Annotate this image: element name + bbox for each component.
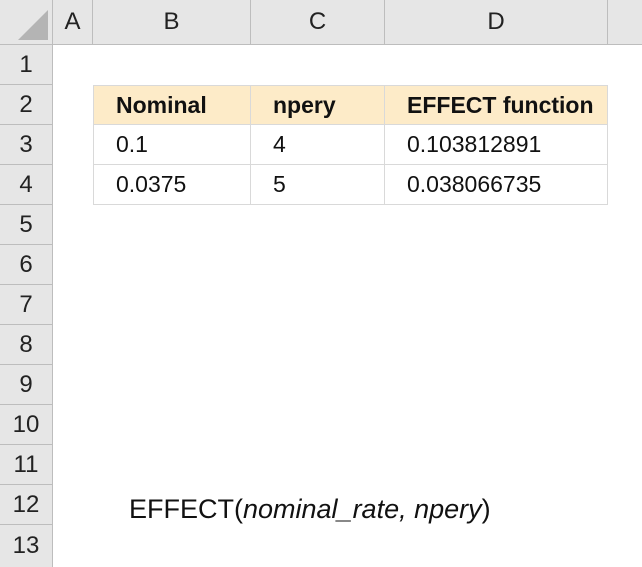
row-header-13[interactable]: 13 — [0, 525, 53, 567]
column-header-d[interactable]: D — [385, 0, 608, 45]
row-header-4[interactable]: 4 — [0, 165, 53, 205]
cell-d3[interactable]: 0.103812891 — [385, 125, 608, 165]
cell-c3[interactable]: 4 — [251, 125, 385, 165]
row-header-9[interactable]: 9 — [0, 365, 53, 405]
column-header-a[interactable]: A — [53, 0, 93, 45]
cell-c2[interactable]: npery — [251, 85, 385, 125]
column-header-c[interactable]: C — [251, 0, 385, 45]
row-header-3[interactable]: 3 — [0, 125, 53, 165]
spreadsheet: A B C D 1 2 3 4 5 6 7 8 9 10 11 12 13 No… — [0, 0, 642, 567]
formula-close-paren: ) — [481, 493, 491, 524]
select-all-triangle-icon — [18, 10, 48, 40]
formula-function-name: EFFECT( — [129, 493, 243, 524]
row-header-7[interactable]: 7 — [0, 285, 53, 325]
row-header-6[interactable]: 6 — [0, 245, 53, 285]
cell-c4[interactable]: 5 — [251, 165, 385, 205]
row-header-12[interactable]: 12 — [0, 485, 53, 525]
formula-arguments: nominal_rate, npery — [243, 493, 482, 524]
column-header-b[interactable]: B — [93, 0, 251, 45]
select-all-corner[interactable] — [0, 0, 53, 45]
cell-b2[interactable]: Nominal — [93, 85, 251, 125]
row-header-5[interactable]: 5 — [0, 205, 53, 245]
row-header-1[interactable]: 1 — [0, 45, 53, 85]
row-header-2[interactable]: 2 — [0, 85, 53, 125]
cell-b3[interactable]: 0.1 — [93, 125, 251, 165]
cell-b4[interactable]: 0.0375 — [93, 165, 251, 205]
formula-syntax-text: EFFECT(nominal_rate, npery ) — [129, 489, 491, 529]
cell-d2[interactable]: EFFECT function — [385, 85, 608, 125]
row-header-11[interactable]: 11 — [0, 445, 53, 485]
row-header-8[interactable]: 8 — [0, 325, 53, 365]
row-header-10[interactable]: 10 — [0, 405, 53, 445]
cell-d4[interactable]: 0.038066735 — [385, 165, 608, 205]
column-header-e[interactable] — [608, 0, 642, 45]
